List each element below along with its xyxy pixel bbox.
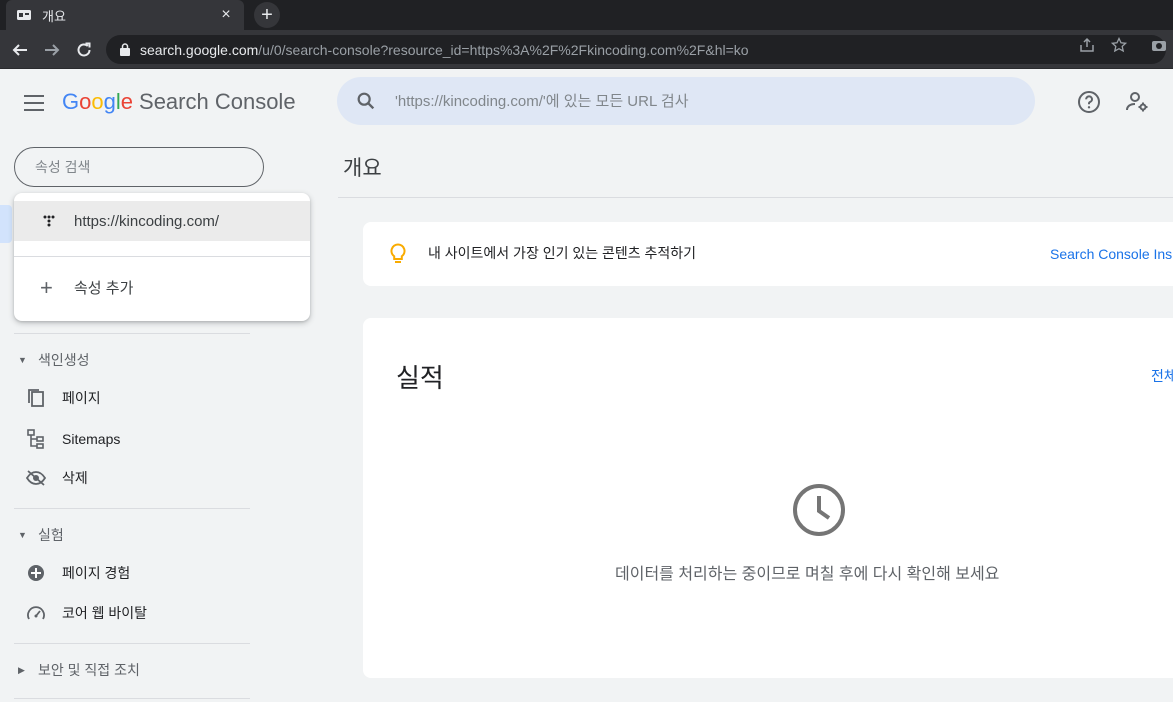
google-search-console-logo[interactable]: Google Search Console — [62, 89, 296, 115]
back-arrow-icon[interactable] — [8, 38, 32, 62]
caret-down-icon: ▼ — [18, 530, 27, 540]
tab-title: 개요 — [42, 8, 66, 24]
sidebar-item-sitemaps[interactable]: Sitemaps — [26, 427, 120, 451]
lightbulb-icon — [390, 243, 406, 263]
url-inspection-input[interactable] — [395, 92, 955, 110]
sidebar-item-label: 페이지 — [62, 390, 101, 406]
speed-gauge-icon — [26, 603, 46, 623]
section-experience[interactable]: ▼ 실험 — [18, 525, 64, 545]
add-property-button[interactable]: + 속성 추가 — [40, 274, 134, 300]
close-tab-icon[interactable]: × — [218, 6, 234, 24]
url-text: search.google.com/u/0/search-console?res… — [140, 42, 749, 58]
performance-card: 실적 전체 데이터를 처리하는 중이므로 며칠 후에 다시 확인해 보세요 — [363, 318, 1173, 678]
camera-icon[interactable] — [1151, 37, 1167, 53]
bookmark-star-icon[interactable] — [1111, 37, 1127, 53]
section-label: 실험 — [38, 527, 64, 543]
performance-title: 실적 — [396, 363, 444, 393]
removals-icon — [26, 468, 46, 488]
add-property-label: 속성 추가 — [74, 280, 134, 297]
browser-tab[interactable]: 개요 × — [6, 0, 244, 30]
dropdown-divider — [14, 256, 310, 257]
new-tab-button[interactable]: + — [254, 2, 280, 28]
sidebar-divider — [14, 698, 250, 699]
property-search-input[interactable]: 속성 검색 — [14, 147, 264, 187]
app-header: Google Search Console — [0, 69, 1173, 135]
sidebar-selected-highlight — [0, 205, 12, 243]
full-report-link[interactable]: 전체 — [1151, 366, 1173, 386]
main-divider — [338, 197, 1173, 198]
pages-icon — [26, 388, 46, 408]
processing-message: 데이터를 처리하는 중이므로 며칠 후에 다시 확인해 보세요 — [615, 566, 1000, 583]
section-label: 보안 및 직접 조치 — [38, 662, 140, 678]
url-path: /u/0/search-console?resource_id=https%3A… — [258, 41, 749, 58]
main-menu-icon[interactable] — [22, 91, 46, 115]
tip-card: 내 사이트에서 가장 인기 있는 콘텐츠 추적하기 Search Console… — [363, 222, 1173, 286]
sidebar-item-label: 코어 웹 바이탈 — [62, 605, 148, 621]
property-option-kincoding[interactable]: https://kincoding.com/ — [14, 201, 310, 241]
sidebar-divider — [14, 333, 250, 334]
sidebar-divider — [14, 643, 250, 644]
search-console-favicon-icon — [16, 7, 32, 23]
reload-icon[interactable] — [72, 38, 96, 62]
sidebar-item-removals[interactable]: 삭제 — [26, 466, 88, 490]
url-field[interactable]: search.google.com/u/0/search-console?res… — [106, 35, 1166, 64]
help-icon[interactable] — [1077, 90, 1101, 114]
url-host: search.google.com — [140, 41, 259, 58]
search-console-insights-link[interactable]: Search Console Ins — [1050, 246, 1172, 262]
property-dropdown: https://kincoding.com/ + 속성 추가 — [14, 193, 310, 321]
sidebar-item-core-web-vitals[interactable]: 코어 웹 바이탈 — [26, 601, 147, 625]
url-inspection-search[interactable] — [337, 77, 1035, 125]
lock-icon — [120, 43, 130, 56]
sidebar-item-label: 페이지 경험 — [62, 565, 131, 581]
account-settings-icon[interactable] — [1125, 90, 1149, 114]
sidebar-item-page-experience[interactable]: 페이지 경험 — [26, 561, 130, 585]
address-bar: search.google.com/u/0/search-console?res… — [0, 30, 1173, 69]
sidebar-item-label: Sitemaps — [62, 431, 121, 447]
page-title: 개요 — [343, 157, 382, 180]
search-icon — [357, 92, 375, 110]
sidebar-item-pages[interactable]: 페이지 — [26, 386, 101, 410]
section-security[interactable]: ▶ 보안 및 직접 조치 — [18, 660, 140, 680]
section-label: 색인생성 — [38, 352, 90, 368]
page-experience-icon — [26, 563, 46, 583]
property-url: https://kincoding.com/ — [74, 212, 220, 230]
sitemap-icon — [26, 429, 46, 449]
share-icon[interactable] — [1079, 37, 1095, 53]
tip-text: 내 사이트에서 가장 인기 있는 콘텐츠 추적하기 — [428, 245, 697, 261]
property-site-icon — [43, 215, 55, 227]
clock-icon — [793, 484, 845, 536]
section-indexing[interactable]: ▼ 색인생성 — [18, 350, 90, 370]
sidebar-item-label: 삭제 — [62, 470, 88, 486]
plus-icon: + — [40, 274, 53, 300]
sidebar-divider — [14, 508, 250, 509]
browser-tab-bar: 개요 × + — [0, 0, 1173, 30]
caret-down-icon: ▼ — [18, 355, 27, 365]
caret-right-icon: ▶ — [18, 664, 25, 675]
forward-arrow-icon[interactable] — [40, 38, 64, 62]
